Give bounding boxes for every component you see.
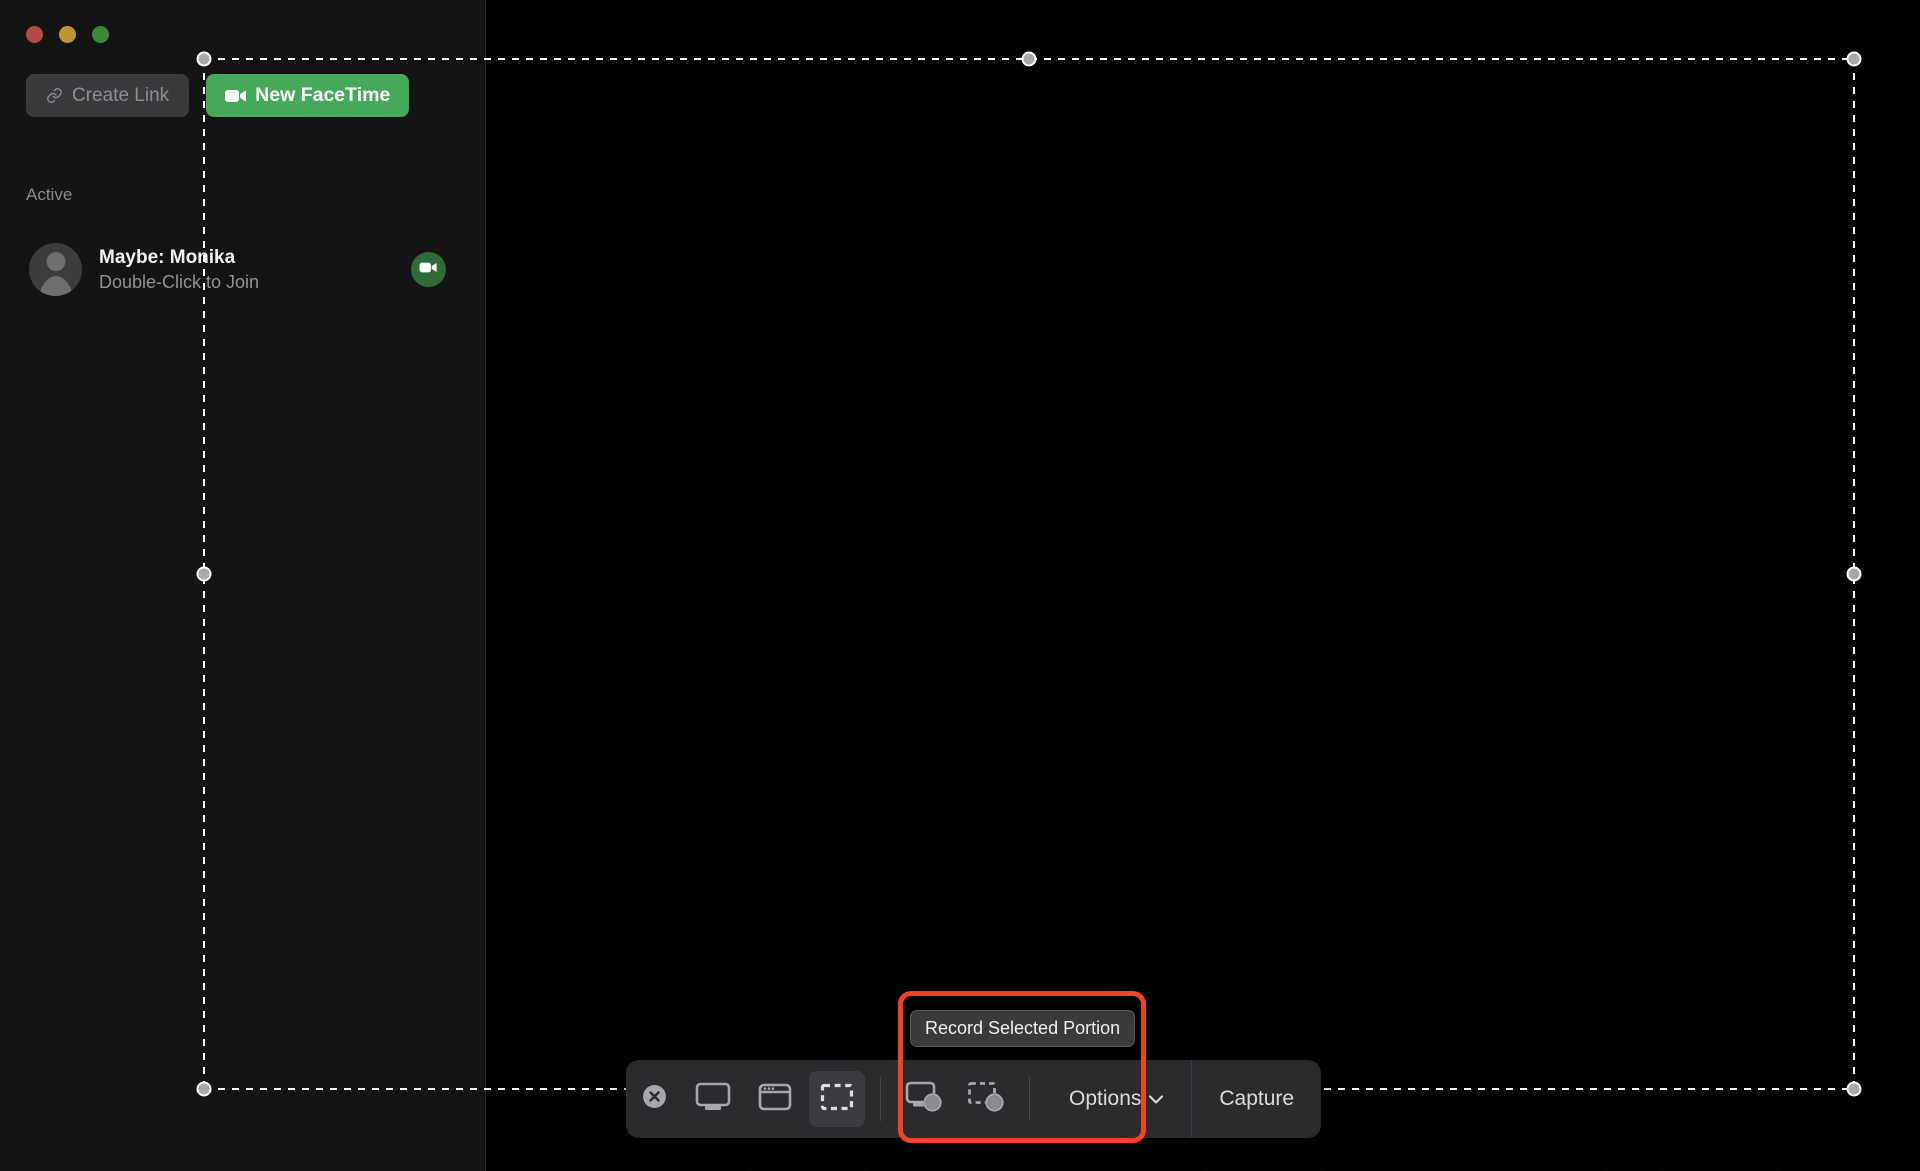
screenshot-toolbar: Options Capture bbox=[626, 1060, 1321, 1138]
close-circle-icon bbox=[642, 1084, 667, 1114]
capture-selected-portion-button[interactable] bbox=[809, 1071, 865, 1127]
list-item[interactable]: Maybe: Monika Double-Click to Join bbox=[20, 233, 466, 306]
video-camera-icon bbox=[419, 261, 438, 279]
contact-name: Maybe: Monika bbox=[99, 247, 394, 269]
selection-handle-top-right[interactable] bbox=[1847, 52, 1862, 67]
link-icon bbox=[46, 87, 63, 104]
display-record-icon bbox=[905, 1081, 943, 1117]
selection-handle-top-left[interactable] bbox=[197, 52, 212, 67]
capture-entire-screen-button[interactable] bbox=[685, 1071, 741, 1127]
capture-selected-window-button[interactable] bbox=[747, 1071, 803, 1127]
video-camera-icon bbox=[225, 88, 247, 104]
close-screenshot-toolbar-button[interactable] bbox=[626, 1060, 682, 1138]
selection-handle-mid-left[interactable] bbox=[197, 567, 212, 582]
active-section-header: Active bbox=[26, 185, 72, 205]
options-label: Options bbox=[1069, 1087, 1141, 1111]
minimize-window-button[interactable] bbox=[59, 26, 76, 43]
join-call-button[interactable] bbox=[411, 252, 446, 287]
traffic-lights bbox=[26, 26, 109, 43]
window-icon bbox=[758, 1083, 792, 1116]
dashed-rect-icon bbox=[820, 1083, 854, 1116]
dashed-rect-record-icon bbox=[967, 1081, 1005, 1117]
options-button[interactable]: Options bbox=[1042, 1060, 1191, 1138]
record-mode-group bbox=[893, 1060, 1017, 1138]
create-link-label: Create Link bbox=[72, 85, 169, 107]
toolbar-divider bbox=[880, 1077, 881, 1121]
toolbar-divider-2 bbox=[1029, 1077, 1030, 1121]
chevron-down-icon bbox=[1148, 1087, 1164, 1111]
close-window-button[interactable] bbox=[26, 26, 43, 43]
new-facetime-label: New FaceTime bbox=[255, 84, 390, 107]
selection-handle-bottom-right[interactable] bbox=[1847, 1082, 1862, 1097]
capture-mode-group bbox=[682, 1060, 868, 1138]
selection-handle-mid-right[interactable] bbox=[1847, 567, 1862, 582]
capture-button[interactable]: Capture bbox=[1192, 1060, 1321, 1138]
person-avatar-icon bbox=[29, 243, 82, 296]
display-icon bbox=[695, 1082, 731, 1117]
screen: Create Link New FaceTime Active Maybe: M… bbox=[0, 0, 1920, 1171]
facetime-action-buttons: Create Link New FaceTime bbox=[26, 74, 409, 117]
selection-handle-top-center[interactable] bbox=[1022, 52, 1037, 67]
record-selected-portion-button[interactable] bbox=[958, 1071, 1014, 1127]
create-link-button[interactable]: Create Link bbox=[26, 74, 189, 117]
contact-text-block: Maybe: Monika Double-Click to Join bbox=[99, 247, 394, 293]
record-entire-screen-button[interactable] bbox=[896, 1071, 952, 1127]
new-facetime-button[interactable]: New FaceTime bbox=[206, 74, 409, 117]
capture-label: Capture bbox=[1219, 1087, 1294, 1111]
facetime-window: Create Link New FaceTime Active Maybe: M… bbox=[0, 0, 486, 1171]
maximize-window-button[interactable] bbox=[92, 26, 109, 43]
tooltip: Record Selected Portion bbox=[910, 1010, 1135, 1047]
contact-subtitle: Double-Click to Join bbox=[99, 272, 394, 293]
selection-handle-bottom-left[interactable] bbox=[197, 1082, 212, 1097]
